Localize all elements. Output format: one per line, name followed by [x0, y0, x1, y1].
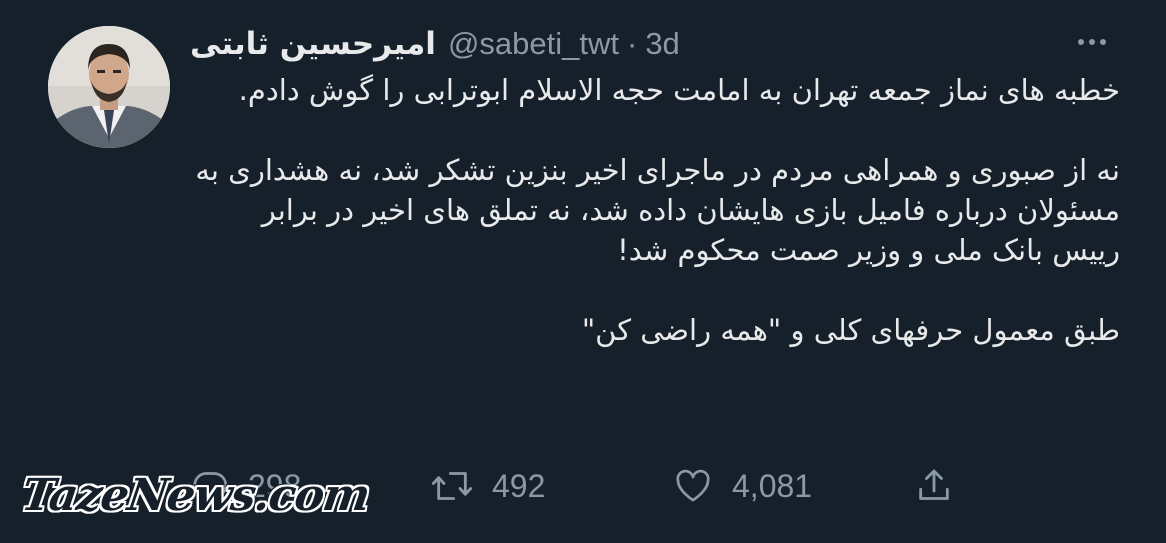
- more-horizontal-icon: [1078, 39, 1084, 45]
- share-upload-icon: [919, 469, 949, 500]
- tweet-text: خطبه های نماز جمعه تهران به امامت حجه ال…: [190, 70, 1120, 445]
- heart-icon: [676, 469, 710, 502]
- retweet-icon: [431, 472, 473, 500]
- more-horizontal-icon: [1100, 39, 1106, 45]
- retweet-count: 492: [492, 467, 546, 504]
- retweet-button[interactable]: 492: [430, 458, 545, 514]
- share-button[interactable]: [914, 458, 954, 514]
- watermark-logo: TazeNews.com: [18, 470, 373, 521]
- avatar[interactable]: [48, 26, 170, 148]
- author-handle[interactable]: @sabeti_twt: [448, 26, 619, 62]
- tweet-paragraph: طبق معمول حرفهای کلی و "همه راضی کن": [581, 313, 1120, 347]
- tweet[interactable]: امیرحسین ثابتی @sabeti_twt · 3d خطبه های…: [0, 0, 1166, 543]
- tweet-header: امیرحسین ثابتی @sabeti_twt · 3d: [190, 20, 680, 68]
- tweet-timestamp[interactable]: 3d: [645, 26, 679, 62]
- more-options-button[interactable]: [1068, 30, 1116, 54]
- like-count: 4,081: [732, 467, 813, 504]
- author-display-name[interactable]: امیرحسین ثابتی: [190, 26, 436, 62]
- header-separator: ·: [626, 26, 638, 61]
- more-horizontal-icon: [1089, 39, 1095, 45]
- tweet-paragraph: نه از صبوری و همراهی مردم در ماجرای اخیر…: [195, 153, 1120, 267]
- like-button[interactable]: 4,081: [672, 458, 812, 514]
- avatar-photo: [48, 26, 170, 148]
- tweet-paragraph: خطبه های نماز جمعه تهران به امامت حجه ال…: [238, 73, 1120, 107]
